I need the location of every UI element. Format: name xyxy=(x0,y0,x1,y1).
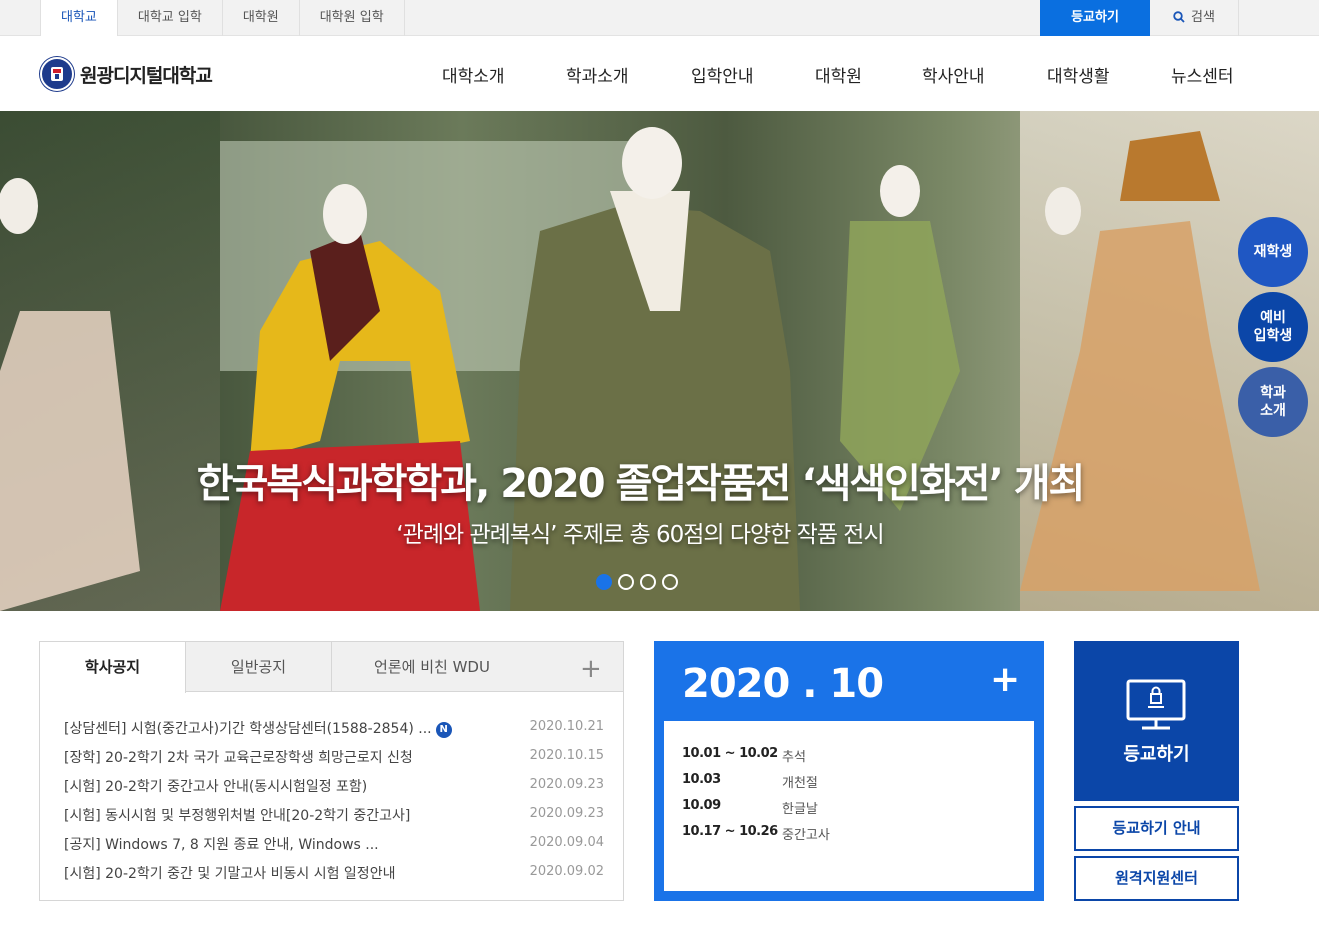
event-date: 10.17 ~ 10.26 xyxy=(682,824,778,839)
nav-departments[interactable]: 학과소개 xyxy=(566,62,629,87)
top-search-button[interactable]: 검색 xyxy=(1150,0,1239,36)
notice-title: [시험] 20-2학기 중간 및 기말고사 비동시 시험 일정안내 xyxy=(64,866,396,882)
slide-dot-2[interactable] xyxy=(618,574,634,590)
search-icon xyxy=(1173,11,1185,23)
logo-text: 원광디지털대학교 xyxy=(80,64,213,87)
calendar-event: 10.01 ~ 10.02 추석 xyxy=(682,743,1016,769)
nav-news-center[interactable]: 뉴스센터 xyxy=(1171,62,1234,87)
attend-guide-button[interactable]: 등교하기 안내 xyxy=(1074,806,1239,851)
notice-date: 2020.09.02 xyxy=(529,864,604,879)
notice-list: [상담센터] 시험(중간고사)기간 학생상담센터(1588-2854) ... N… xyxy=(64,714,604,888)
notice-title: [시험] 20-2학기 중간고사 안내(동시시험일정 포함) xyxy=(64,779,368,795)
notice-title: [장학] 20-2학기 2차 국가 교육근로장학생 희망근로지 신청 xyxy=(64,750,413,766)
new-badge-icon: N xyxy=(435,722,452,738)
calendar-event: 10.03 개천절 xyxy=(682,769,1016,795)
notice-item[interactable]: [공지] Windows 7, 8 지원 종료 안내, Windows ... … xyxy=(64,830,604,859)
quick-link-label: 재학생 xyxy=(1253,243,1293,260)
notice-item[interactable]: [시험] 20-2학기 중간 및 기말고사 비동시 시험 일정안내 2020.0… xyxy=(64,859,604,888)
top-login-button[interactable]: 등교하기 xyxy=(1040,0,1150,36)
quick-link-current-students[interactable]: 재학생 xyxy=(1238,217,1308,287)
notice-item[interactable]: [장학] 20-2학기 2차 국가 교육근로장학생 희망근로지 신청 2020.… xyxy=(64,743,604,772)
event-date: 10.01 ~ 10.02 xyxy=(682,746,778,761)
slide-dot-3[interactable] xyxy=(640,574,656,590)
notice-title: [상담센터] 시험(중간고사)기간 학생상담센터(1588-2854) ... xyxy=(64,721,432,737)
hero-banner[interactable]: 한국복식과학학과, 2020 졸업작품전 ‘색색인화전’ 개최 ‘관례와 관례복… xyxy=(0,111,1319,611)
site-tab-graduate-admission[interactable]: 대학원 입학 xyxy=(300,0,405,36)
nav-academic[interactable]: 학사안내 xyxy=(922,62,985,87)
event-date: 10.03 xyxy=(682,772,721,787)
notice-item[interactable]: [상담센터] 시험(중간고사)기간 학생상담센터(1588-2854) ... N… xyxy=(64,714,604,743)
event-date: 10.09 xyxy=(682,798,721,813)
site-logo[interactable]: 원광디지털대학교 xyxy=(40,56,213,92)
site-tab-university[interactable]: 대학교 xyxy=(40,0,118,37)
notice-title: [시험] 동시시험 및 부정행위처벌 안내[20-2학기 중간고사] xyxy=(64,808,411,824)
nav-campus-life[interactable]: 대학생활 xyxy=(1047,62,1110,87)
calendar-month: 2020 . 10 xyxy=(682,661,884,707)
monitor-icon xyxy=(1126,679,1186,730)
attend-label: 등교하기 xyxy=(1123,744,1190,765)
quick-link-label: 학과 소개 xyxy=(1260,384,1286,419)
site-tabs: 대학교 대학교 입학 대학원 대학원 입학 xyxy=(40,0,405,37)
calendar-event: 10.09 한글날 xyxy=(682,795,1016,821)
notice-board: 학사공지 일반공지 언론에 비친 WDU + [상담센터] 시험(중간고사)기간… xyxy=(39,641,624,901)
notice-date: 2020.09.23 xyxy=(529,806,604,821)
tab-general-notice[interactable]: 일반공지 xyxy=(186,642,332,692)
hero-subtitle: ‘관례와 관례복식’ 주제로 총 60점의 다양한 작품 전시 xyxy=(396,522,884,548)
calendar-event: 10.17 ~ 10.26 중간고사 xyxy=(682,821,1016,847)
tab-academic-notice[interactable]: 학사공지 xyxy=(40,642,186,693)
nav-admission[interactable]: 입학안내 xyxy=(691,62,754,87)
main-header: 원광디지털대학교 대학소개 학과소개 입학안내 대학원 학사안내 대학생활 뉴스… xyxy=(0,36,1319,111)
calendar-events: 10.01 ~ 10.02 추석 10.03 개천절 10.09 한글날 10.… xyxy=(664,721,1034,891)
academic-calendar: 2020 . 10 + 10.01 ~ 10.02 추석 10.03 개천절 1… xyxy=(654,641,1044,901)
search-label: 검색 xyxy=(1191,10,1215,25)
event-name: 한글날 xyxy=(782,802,818,817)
site-tab-graduate[interactable]: 대학원 xyxy=(223,0,300,36)
attend-login-box[interactable]: 등교하기 xyxy=(1074,641,1239,801)
tab-press-wdu[interactable]: 언론에 비친 WDU xyxy=(332,642,532,692)
event-name: 개천절 xyxy=(782,776,818,791)
notice-title: [공지] Windows 7, 8 지원 종료 안내, Windows ... xyxy=(64,837,379,853)
notice-item[interactable]: [시험] 동시시험 및 부정행위처벌 안내[20-2학기 중간고사] 2020.… xyxy=(64,801,604,830)
top-utility-bar: 대학교 대학교 입학 대학원 대학원 입학 등교하기 검색 xyxy=(0,0,1319,37)
notice-tabs: 학사공지 일반공지 언론에 비친 WDU xyxy=(40,642,623,693)
notice-date: 2020.10.21 xyxy=(529,719,604,734)
notice-date: 2020.09.23 xyxy=(529,777,604,792)
hero-title: 한국복식과학학과, 2020 졸업작품전 ‘색색인화전’ 개최 xyxy=(196,461,1086,507)
slide-dot-1[interactable] xyxy=(596,574,612,590)
quick-link-label: 예비 입학생 xyxy=(1253,309,1293,344)
quick-link-department-intro[interactable]: 학과 소개 xyxy=(1238,367,1308,437)
quick-link-prospective-students[interactable]: 예비 입학생 xyxy=(1238,292,1308,362)
site-tab-university-admission[interactable]: 대학교 입학 xyxy=(118,0,223,36)
university-emblem-icon xyxy=(40,57,74,91)
calendar-more-button[interactable]: + xyxy=(990,659,1020,700)
remote-support-button[interactable]: 원격지원센터 xyxy=(1074,856,1239,901)
notice-item[interactable]: [시험] 20-2학기 중간고사 안내(동시시험일정 포함) 2020.09.2… xyxy=(64,772,604,801)
notice-date: 2020.09.04 xyxy=(529,835,604,850)
slide-pagination xyxy=(596,574,678,590)
notice-date: 2020.10.15 xyxy=(529,748,604,763)
nav-about[interactable]: 대학소개 xyxy=(442,62,505,87)
notice-more-button[interactable]: + xyxy=(580,654,602,684)
event-name: 추석 xyxy=(782,750,806,765)
event-name: 중간고사 xyxy=(782,828,830,843)
slide-dot-4[interactable] xyxy=(662,574,678,590)
nav-graduate[interactable]: 대학원 xyxy=(815,62,862,87)
